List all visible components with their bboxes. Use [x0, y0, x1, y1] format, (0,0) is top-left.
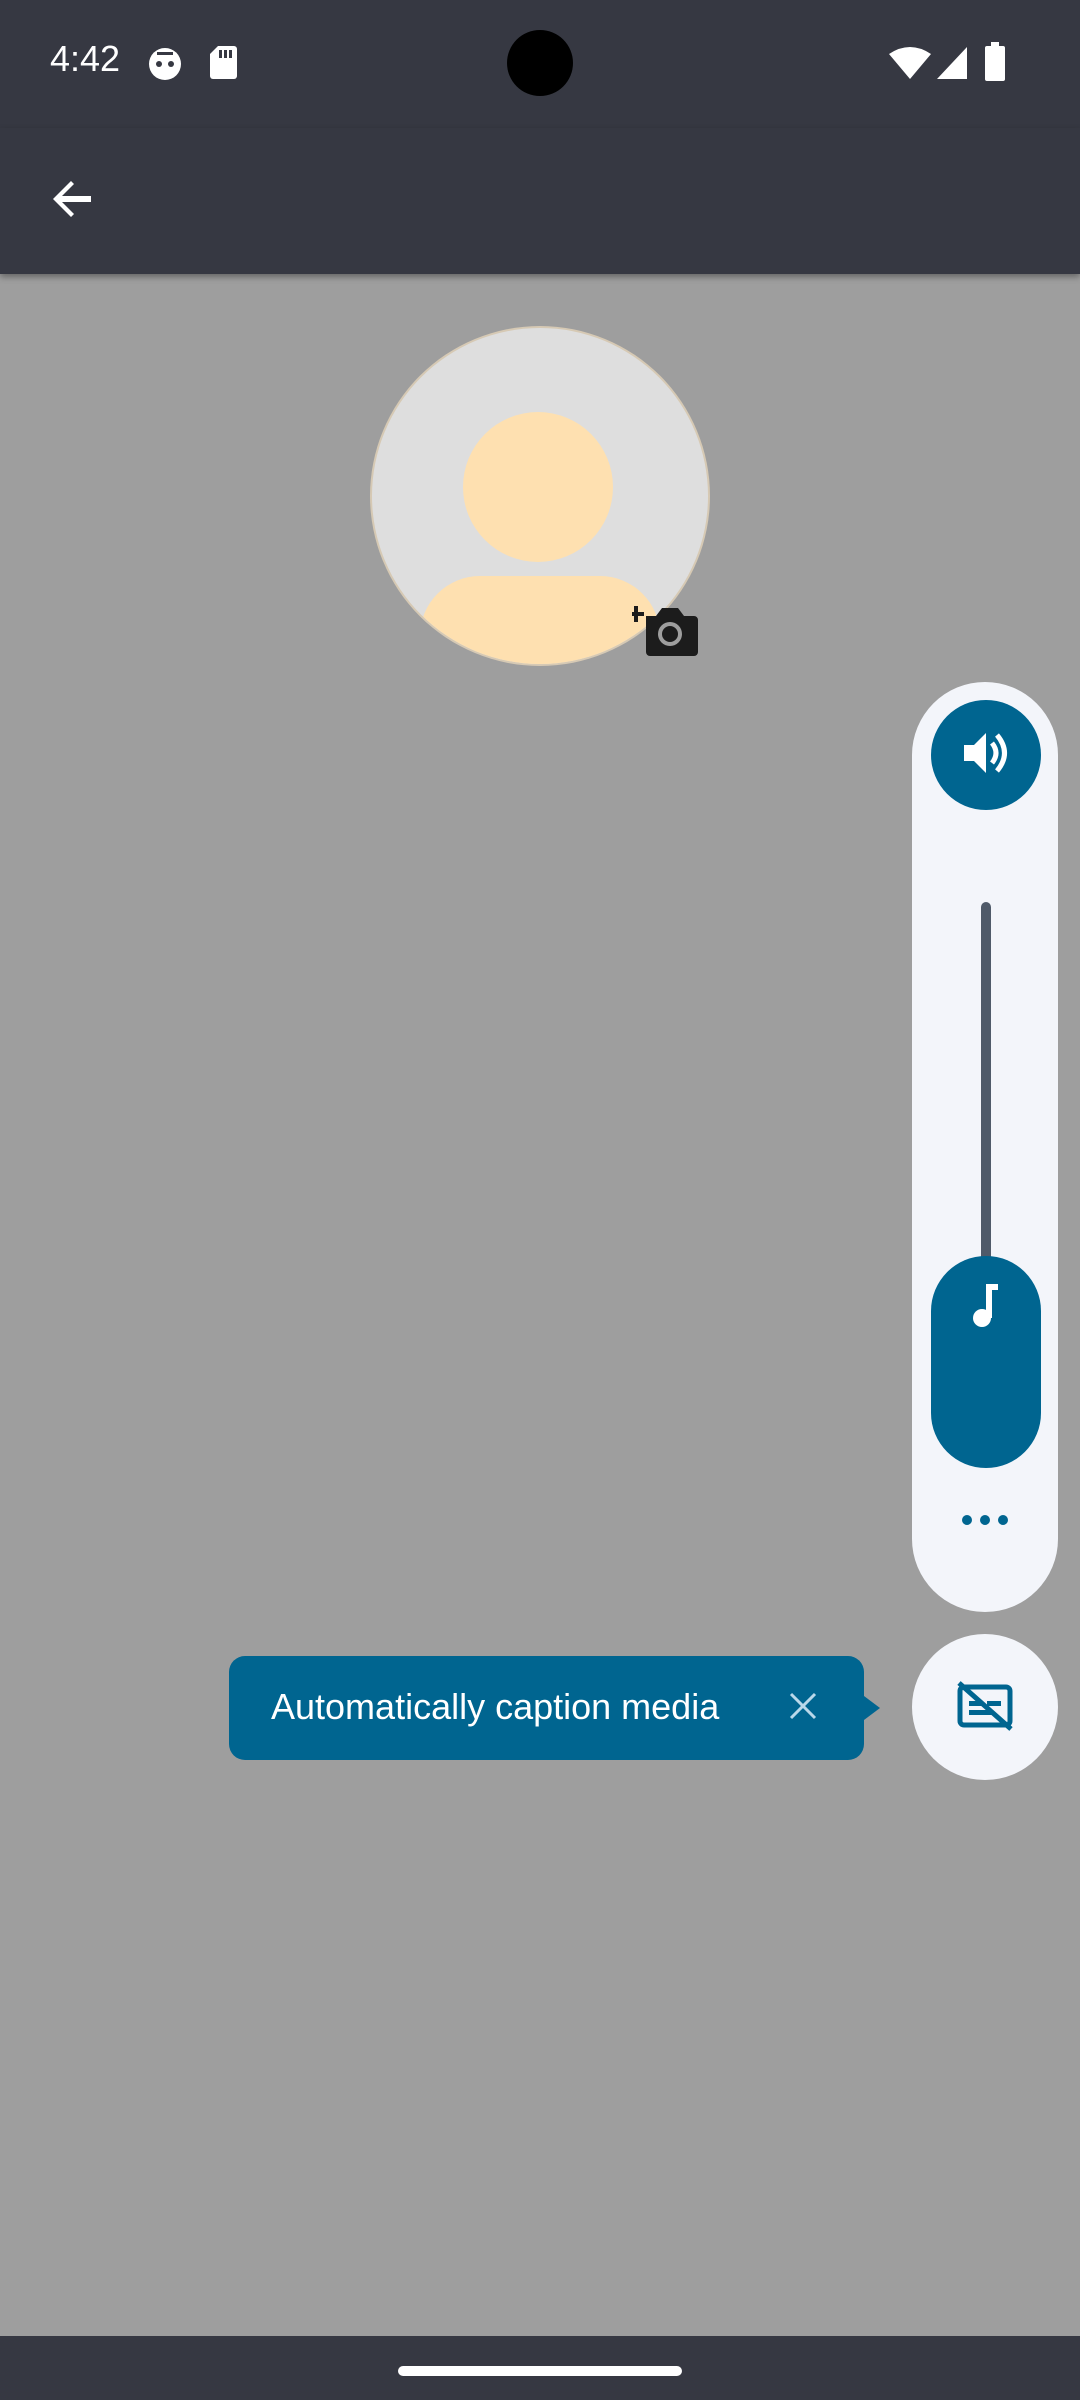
captions-off-icon	[955, 1679, 1015, 1736]
app-bar	[0, 128, 1080, 274]
tooltip-close-button[interactable]	[777, 1682, 829, 1734]
caption-tooltip-text: Automatically caption media	[271, 1686, 720, 1727]
media-volume-slider-track[interactable]	[981, 902, 991, 1282]
caption-tooltip: Automatically caption media	[229, 1656, 864, 1760]
status-time: 4:42	[50, 38, 121, 79]
cat-notification-icon	[146, 44, 184, 87]
status-bar: 4:42	[0, 0, 1080, 128]
more-horizontal-icon	[960, 1513, 1010, 1532]
home-gesture-handle[interactable]	[398, 2366, 682, 2376]
avatar-body-shape	[420, 576, 660, 664]
navigation-bar	[0, 2336, 1080, 2400]
sd-card-icon	[208, 44, 238, 85]
media-volume-slider-thumb[interactable]	[931, 1256, 1041, 1468]
music-note-icon	[966, 1280, 1006, 1330]
back-button[interactable]	[30, 158, 116, 244]
add-photo-camera-icon[interactable]	[628, 596, 702, 658]
volume-panel	[912, 682, 1058, 1612]
battery-icon	[984, 42, 1006, 87]
camera-cutout	[507, 30, 573, 96]
cell-signal-icon	[936, 46, 968, 85]
tooltip-pointer	[864, 1696, 880, 1720]
arrow-back-icon	[49, 175, 97, 228]
volume-up-icon	[960, 727, 1012, 784]
close-icon	[788, 1691, 818, 1726]
live-caption-button[interactable]	[912, 1634, 1058, 1780]
volume-settings-more-button[interactable]	[950, 1502, 1020, 1542]
wifi-icon	[888, 46, 932, 85]
avatar-head-shape	[463, 412, 613, 562]
ringer-mode-button[interactable]	[931, 700, 1041, 810]
